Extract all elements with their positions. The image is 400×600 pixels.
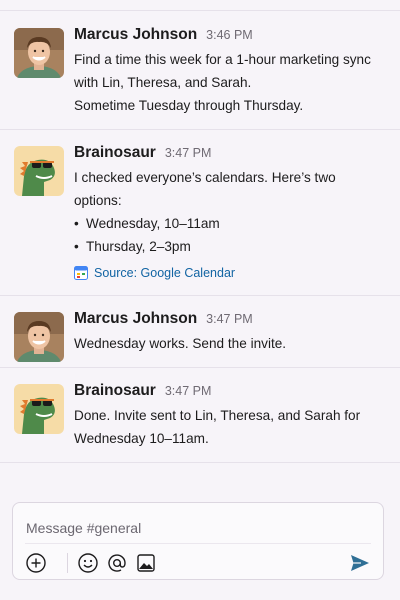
message: Brainosaur 3:47 PM I checked everyone’s … xyxy=(0,130,400,296)
message-text: Wednesday 10–11am. xyxy=(74,431,209,446)
user-avatar-icon xyxy=(14,312,64,362)
avatar-marcus-johnson[interactable] xyxy=(14,28,64,78)
composer-divider xyxy=(25,543,371,544)
mention-button[interactable] xyxy=(106,552,128,574)
top-divider xyxy=(0,10,400,11)
message-composer xyxy=(12,502,384,580)
dinosaur-icon xyxy=(14,384,64,434)
bullet-icon: • xyxy=(74,239,79,254)
list-item-text: Thursday, 2–3pm xyxy=(86,239,191,254)
source-link[interactable]: Source: Google Calendar xyxy=(74,263,384,283)
sender-name[interactable]: Brainosaur xyxy=(74,144,156,162)
emoji-button[interactable] xyxy=(77,552,99,574)
sender-name[interactable]: Brainosaur xyxy=(74,382,156,400)
dinosaur-icon xyxy=(14,146,64,196)
bullet-icon: • xyxy=(74,216,79,231)
image-icon xyxy=(137,554,155,572)
list-item: • Wednesday, 10–11am xyxy=(74,212,384,235)
timestamp[interactable]: 3:46 PM xyxy=(206,28,253,42)
google-calendar-icon xyxy=(74,266,88,280)
avatar-brainosaur[interactable] xyxy=(14,146,64,196)
list-item-text: Wednesday, 10–11am xyxy=(86,216,220,231)
message: Marcus Johnson 3:47 PM Wednesday works. … xyxy=(0,296,400,368)
timestamp[interactable]: 3:47 PM xyxy=(165,384,212,398)
avatar-brainosaur[interactable] xyxy=(14,384,64,434)
emoji-icon xyxy=(78,553,98,573)
add-button[interactable] xyxy=(25,552,47,574)
message-text: with Lin, Theresa, and Sarah. xyxy=(74,75,252,90)
list-item: • Thursday, 2–3pm xyxy=(74,235,384,258)
message-text: Sometime Tuesday through Thursday. xyxy=(74,98,304,113)
message-text: Find a time this week for a 1-hour marke… xyxy=(74,52,371,67)
message-feed: Marcus Johnson 3:46 PM Find a time this … xyxy=(0,12,400,463)
message-text: I checked everyone’s calendars. Here’s t… xyxy=(74,170,336,208)
message-text: Done. Invite sent to Lin, Theresa, and S… xyxy=(74,408,361,423)
timestamp[interactable]: 3:47 PM xyxy=(206,312,253,326)
image-button[interactable] xyxy=(135,552,157,574)
plus-icon xyxy=(26,553,46,573)
send-button[interactable] xyxy=(349,552,371,574)
avatar-marcus-johnson[interactable] xyxy=(14,312,64,362)
mention-icon xyxy=(108,554,126,572)
message: Brainosaur 3:47 PM Done. Invite sent to … xyxy=(0,368,400,463)
toolbar-separator xyxy=(67,553,68,573)
source-link-text[interactable]: Source: Google Calendar xyxy=(94,266,235,280)
message-text: Wednesday works. Send the invite. xyxy=(74,336,287,351)
send-icon xyxy=(351,555,369,571)
sender-name[interactable]: Marcus Johnson xyxy=(74,310,197,328)
message-input[interactable] xyxy=(13,503,383,543)
user-avatar-icon xyxy=(14,28,64,78)
timestamp[interactable]: 3:47 PM xyxy=(165,146,212,160)
message: Marcus Johnson 3:46 PM Find a time this … xyxy=(0,12,400,130)
sender-name[interactable]: Marcus Johnson xyxy=(74,26,197,44)
